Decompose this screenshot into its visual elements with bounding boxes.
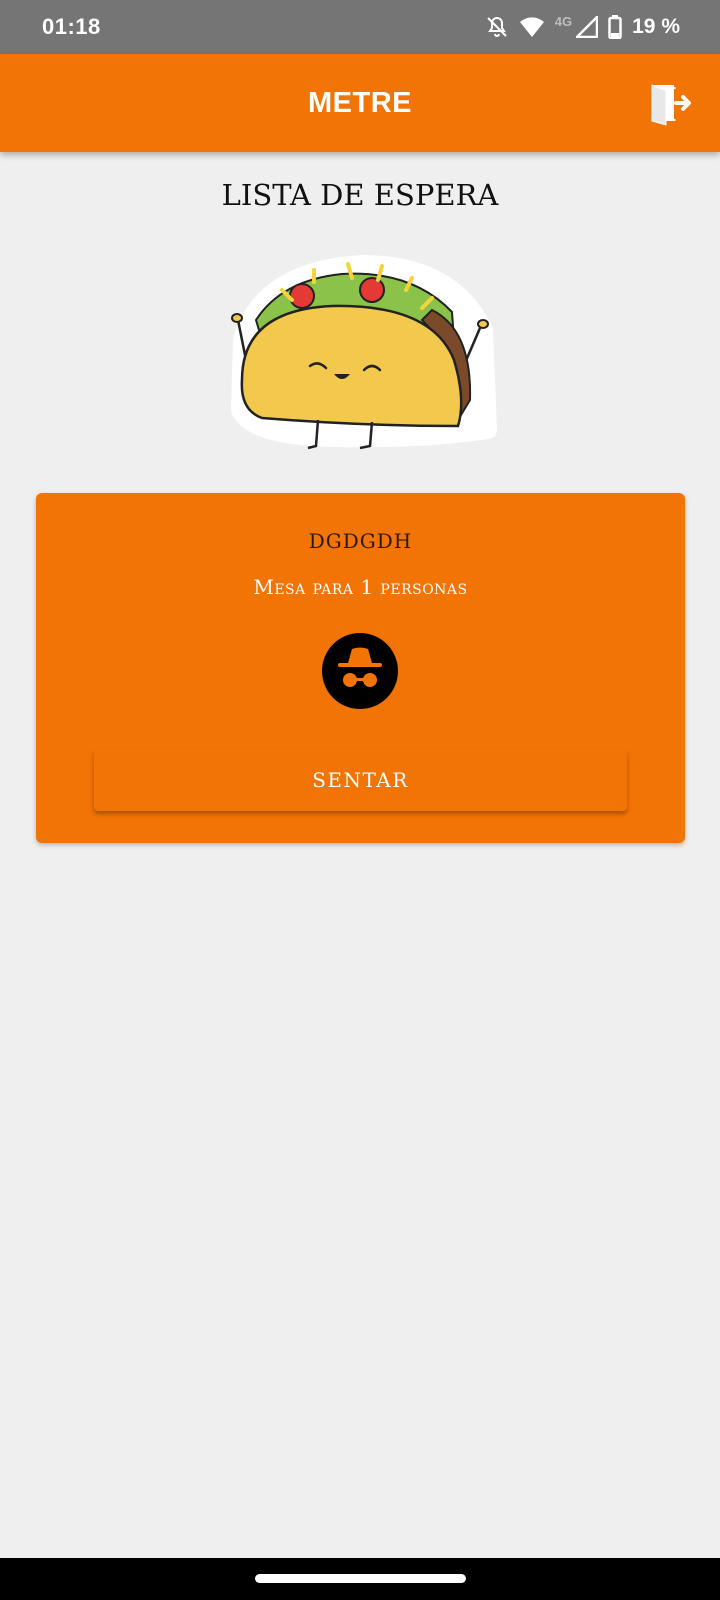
status-time: 01:18 bbox=[42, 14, 101, 39]
page-title: LISTA DE ESPERA bbox=[221, 178, 499, 212]
app-bar: METRE bbox=[0, 54, 720, 152]
battery-icon bbox=[608, 15, 622, 39]
incognito-icon bbox=[322, 633, 398, 709]
status-icons: 4G 19 % bbox=[485, 13, 680, 39]
battery-percent: 19 % bbox=[632, 15, 680, 38]
network-type: 4G bbox=[554, 13, 573, 29]
logout-button[interactable] bbox=[646, 79, 694, 127]
home-gesture-handle[interactable] bbox=[255, 1574, 466, 1583]
wifi-icon bbox=[519, 16, 545, 38]
logout-door-icon bbox=[651, 84, 691, 126]
table-info: Mesa para 1 personas bbox=[253, 575, 468, 599]
waiting-list-card: DGDGDH Mesa para 1 personas SENTAR bbox=[36, 493, 685, 843]
bell-off-icon bbox=[485, 15, 509, 39]
status-bar: 01:18 4G 19 % bbox=[0, 0, 720, 54]
signal-icon bbox=[576, 16, 599, 38]
seat-button[interactable]: SENTAR bbox=[94, 749, 627, 811]
customer-name: DGDGDH bbox=[308, 529, 413, 553]
app-title: METRE bbox=[308, 86, 412, 119]
system-nav-bar bbox=[0, 1558, 720, 1600]
taco-illustration bbox=[222, 250, 500, 468]
